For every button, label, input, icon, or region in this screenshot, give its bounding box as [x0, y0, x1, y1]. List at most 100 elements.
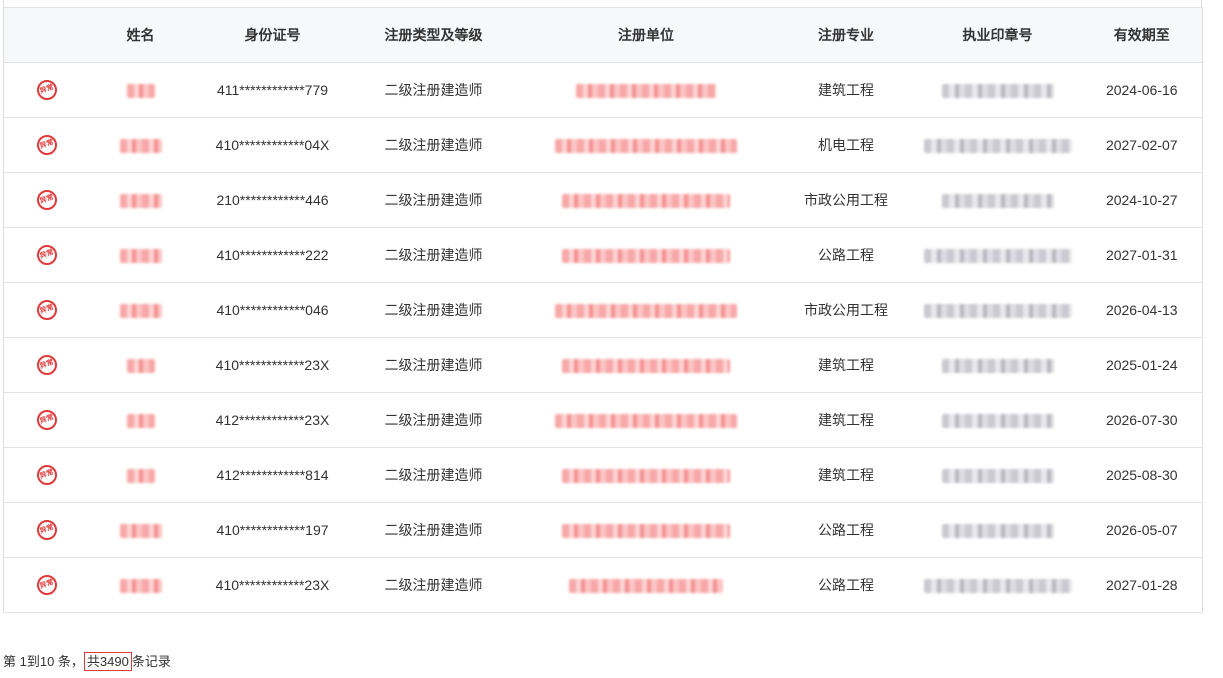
table-row[interactable]: 异常 410************23X 二级注册建造师 建筑工程 2025-01-2… — [3, 337, 1203, 393]
id-cell: 210************446 — [191, 172, 354, 228]
table-row[interactable]: 异常 411************779 二级注册建造师 建筑工程 2024-06-1… — [3, 62, 1203, 118]
column-header-expiry: 有效期至 — [1081, 7, 1203, 63]
stamp-text: 异常 — [38, 523, 55, 536]
id-cell: 411************779 — [191, 62, 354, 118]
stamp-text: 异常 — [38, 83, 55, 96]
table-row[interactable]: 异常 410************046 二级注册建造师 市政公用工程 2026-04… — [3, 282, 1203, 338]
seal-cell — [913, 337, 1082, 393]
expiry-cell: 2026-04-13 — [1081, 282, 1203, 338]
name-cell — [89, 227, 192, 283]
table-row[interactable]: 异常 410************23X 二级注册建造师 公路工程 2027-01-2… — [3, 557, 1203, 613]
redacted-unit — [569, 579, 723, 594]
id-cell: 410************23X — [191, 337, 354, 393]
abnormal-stamp-icon[interactable]: 异常 — [36, 190, 57, 210]
abnormal-stamp-icon[interactable]: 异常 — [36, 135, 57, 155]
abnormal-stamp-icon[interactable]: 异常 — [36, 355, 57, 375]
redacted-seal-number — [923, 249, 1072, 264]
name-cell — [89, 282, 192, 338]
stamp-text: 异常 — [38, 303, 55, 316]
redacted-unit — [562, 469, 730, 484]
redacted-seal-number — [941, 524, 1054, 539]
status-cell: 异常 — [3, 227, 90, 283]
redacted-name — [126, 414, 155, 429]
name-cell — [89, 337, 192, 393]
abnormal-stamp-icon[interactable]: 异常 — [36, 520, 57, 540]
redacted-unit — [576, 84, 716, 99]
table-row[interactable]: 异常 412************814 二级注册建造师 建筑工程 2025-08-3… — [3, 447, 1203, 503]
redacted-unit — [562, 249, 730, 264]
seal-cell — [913, 227, 1082, 283]
redacted-name — [119, 304, 162, 319]
unit-cell — [513, 282, 779, 338]
status-cell: 异常 — [3, 62, 90, 118]
unit-cell — [513, 62, 779, 118]
abnormal-stamp-icon[interactable]: 异常 — [36, 80, 57, 100]
redacted-seal-number — [941, 194, 1054, 209]
redacted-seal-number — [941, 84, 1054, 99]
status-cell: 异常 — [3, 172, 90, 228]
redacted-seal-number — [941, 359, 1054, 374]
column-header-seal: 执业印章号 — [913, 7, 1082, 63]
redacted-unit — [555, 139, 737, 154]
type-cell: 二级注册建造师 — [353, 62, 514, 118]
redacted-seal-number — [923, 579, 1072, 594]
expiry-cell: 2024-06-16 — [1081, 62, 1203, 118]
seal-cell — [913, 172, 1082, 228]
abnormal-stamp-icon[interactable]: 异常 — [36, 410, 57, 430]
unit-cell — [513, 227, 779, 283]
stamp-text: 异常 — [38, 578, 55, 591]
unit-cell — [513, 172, 779, 228]
redacted-seal-number — [941, 469, 1054, 484]
expiry-cell: 2027-02-07 — [1081, 117, 1203, 173]
table-row[interactable]: 异常 210************446 二级注册建造师 市政公用工程 2024-10… — [3, 172, 1203, 228]
major-cell: 公路工程 — [778, 227, 914, 283]
column-header-type: 注册类型及等级 — [353, 7, 514, 63]
redacted-name — [126, 359, 155, 374]
type-cell: 二级注册建造师 — [353, 392, 514, 448]
expiry-cell: 2027-01-28 — [1081, 557, 1203, 613]
seal-cell — [913, 502, 1082, 558]
abnormal-stamp-icon[interactable]: 异常 — [36, 300, 57, 320]
table-row[interactable]: 异常 410************222 二级注册建造师 公路工程 2027-01-3… — [3, 227, 1203, 283]
expiry-cell: 2024-10-27 — [1081, 172, 1203, 228]
type-cell: 二级注册建造师 — [353, 172, 514, 228]
redacted-name — [119, 139, 162, 154]
major-cell: 公路工程 — [778, 557, 914, 613]
column-header-major: 注册专业 — [778, 7, 914, 63]
type-cell: 二级注册建造师 — [353, 282, 514, 338]
column-header-status — [3, 7, 90, 63]
table-row[interactable]: 异常 412************23X 二级注册建造师 建筑工程 2026-07-3… — [3, 392, 1203, 448]
major-cell: 市政公用工程 — [778, 282, 914, 338]
redacted-name — [119, 579, 162, 594]
unit-cell — [513, 337, 779, 393]
name-cell — [89, 62, 192, 118]
seal-cell — [913, 557, 1082, 613]
column-header-id: 身份证号 — [191, 7, 354, 63]
stamp-text: 异常 — [38, 468, 55, 481]
name-cell — [89, 447, 192, 503]
table-row[interactable]: 异常 410************197 二级注册建造师 公路工程 2026-05-0… — [3, 502, 1203, 558]
major-cell: 机电工程 — [778, 117, 914, 173]
redacted-name — [119, 249, 162, 264]
column-header-name: 姓名 — [89, 7, 192, 63]
registrant-table: 姓名 身份证号 注册类型及等级 注册单位 注册专业 执业印章号 有效期至 异常 4… — [3, 7, 1203, 613]
name-cell — [89, 172, 192, 228]
abnormal-stamp-icon[interactable]: 异常 — [36, 575, 57, 595]
redacted-unit — [562, 359, 730, 374]
type-cell: 二级注册建造师 — [353, 447, 514, 503]
id-cell: 410************197 — [191, 502, 354, 558]
id-cell: 410************046 — [191, 282, 354, 338]
abnormal-stamp-icon[interactable]: 异常 — [36, 245, 57, 265]
stamp-text: 异常 — [38, 413, 55, 426]
abnormal-stamp-icon[interactable]: 异常 — [36, 465, 57, 485]
pagination-total: 共3490 — [83, 652, 132, 671]
status-cell: 异常 — [3, 447, 90, 503]
id-cell: 410************04X — [191, 117, 354, 173]
id-cell: 412************23X — [191, 392, 354, 448]
table-row[interactable]: 异常 410************04X 二级注册建造师 机电工程 2027-02-0… — [3, 117, 1203, 173]
unit-cell — [513, 502, 779, 558]
pagination-suffix: 条记录 — [131, 654, 171, 669]
redacted-seal-number — [941, 414, 1054, 429]
redacted-name — [119, 194, 162, 209]
redacted-unit — [555, 304, 737, 319]
